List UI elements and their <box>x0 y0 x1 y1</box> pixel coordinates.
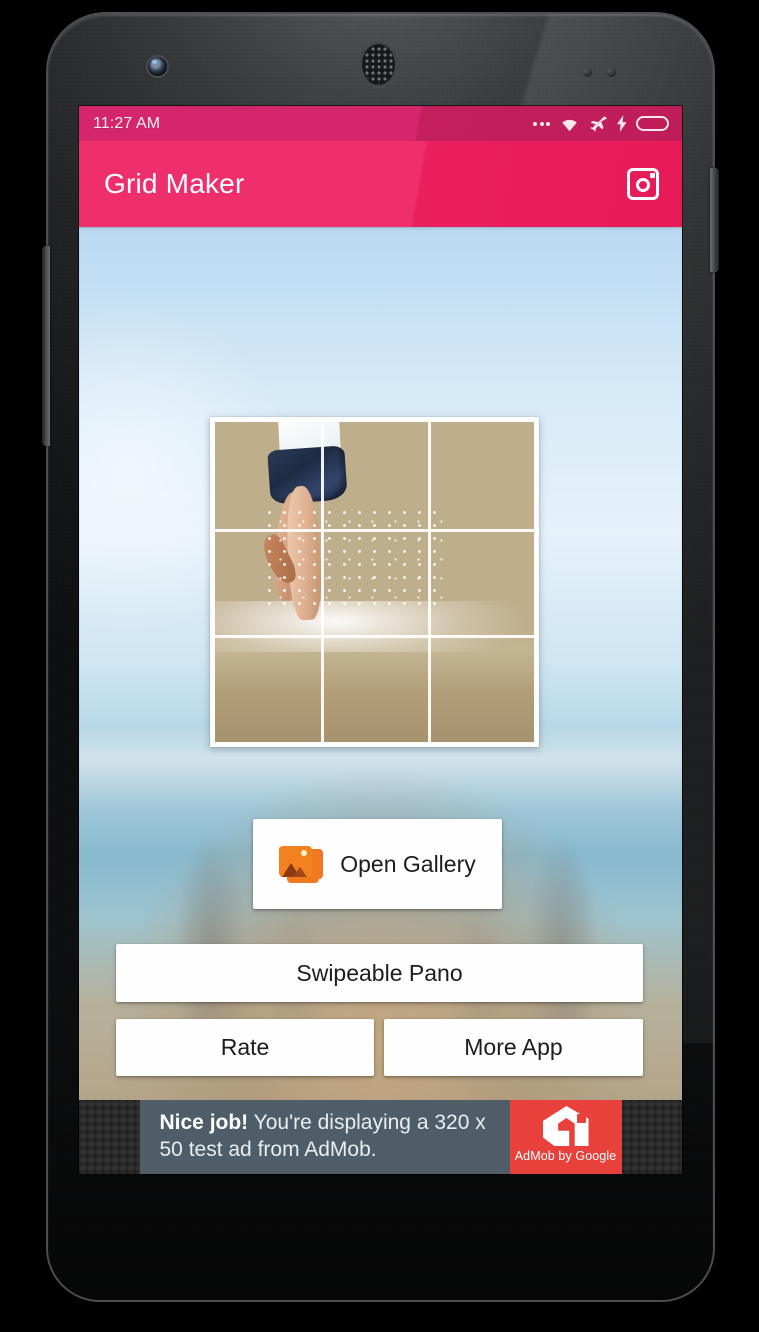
battery-icon <box>636 116 669 131</box>
photo-stack-icon <box>279 844 324 884</box>
camera-flash-shape <box>649 172 655 178</box>
status-bar: 11:27 AM <box>79 106 682 141</box>
app-bar: Grid Maker <box>79 141 682 227</box>
status-bar-icons <box>533 115 669 132</box>
grid-preview-photo <box>215 422 534 742</box>
ad-banner-text: Nice job! You're displaying a 320 x 50 t… <box>140 1100 510 1174</box>
status-bar-clock: 11:27 AM <box>93 114 161 132</box>
open-gallery-label: Open Gallery <box>340 850 476 877</box>
admob-logo-block: AdMob by Google <box>509 1100 622 1174</box>
ad-headline: Nice job! <box>159 1111 249 1135</box>
volume-rocker-button[interactable] <box>42 246 50 446</box>
admob-logo-caption: AdMob by Google <box>514 1149 617 1163</box>
power-button[interactable] <box>710 168 719 272</box>
page-title: Grid Maker <box>104 168 245 199</box>
airplane-mode-icon <box>589 115 608 132</box>
instagram-camera-glyph <box>627 168 659 200</box>
light-sensor-icon <box>607 68 616 77</box>
instagram-camera-icon[interactable] <box>620 161 666 207</box>
grid-preview-image[interactable] <box>210 417 539 747</box>
rate-button[interactable]: Rate <box>116 1019 374 1076</box>
front-camera-icon <box>148 57 167 76</box>
photo-mountain-shape-2 <box>293 867 308 877</box>
swipeable-pano-button[interactable]: Swipeable Pano <box>116 944 643 1002</box>
screenshot-canvas: 11:27 AM Grid Maker Open Gallery Swipeab… <box>0 0 759 1332</box>
wifi-icon <box>559 116 580 132</box>
speaker-grille-icon <box>360 42 397 87</box>
admob-logo-icon <box>542 1106 589 1146</box>
more-dots-icon <box>533 121 550 126</box>
photo-runner-subject <box>215 422 534 742</box>
photo-sun-shape <box>301 850 308 856</box>
charging-bolt-icon <box>617 115 627 132</box>
admob-test-banner[interactable]: Nice job! You're displaying a 320 x 50 t… <box>139 1100 622 1174</box>
proximity-sensor-icon <box>583 68 592 77</box>
phone-screen: 11:27 AM Grid Maker Open Gallery Swipeab… <box>79 106 682 1174</box>
water-splash-droplets <box>259 505 445 614</box>
camera-lens-shape <box>636 177 650 192</box>
ad-banner-container: Nice job! You're displaying a 320 x 50 t… <box>79 1100 682 1174</box>
more-app-button[interactable]: More App <box>384 1019 643 1076</box>
open-gallery-button[interactable]: Open Gallery <box>253 819 502 909</box>
